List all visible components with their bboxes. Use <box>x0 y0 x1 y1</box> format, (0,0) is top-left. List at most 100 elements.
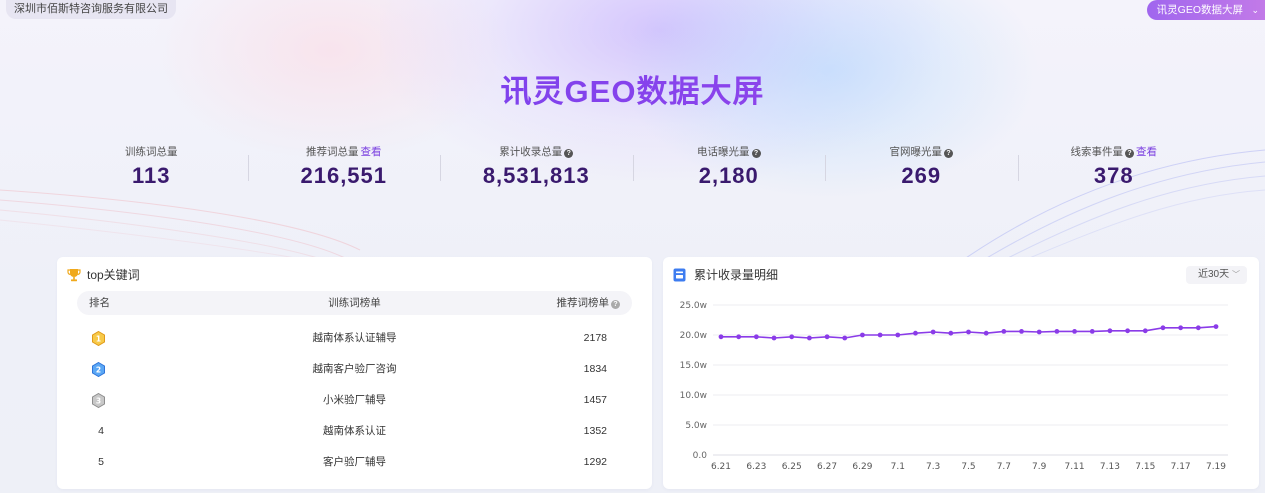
stat-label: 训练词总量 <box>125 146 178 158</box>
y-tick-label: 20.0w <box>680 331 707 341</box>
x-tick-label: 7.11 <box>1065 462 1085 472</box>
data-point[interactable] <box>1036 329 1042 335</box>
x-tick-label: 7.13 <box>1100 462 1120 472</box>
data-point[interactable] <box>1160 325 1166 331</box>
data-point[interactable] <box>771 335 777 341</box>
stat-lead-events: 线索事件量? 查看 378 <box>1017 145 1211 195</box>
training-word: 越南体系认证辅导 <box>312 332 397 344</box>
data-point[interactable] <box>966 329 971 335</box>
y-tick-label: 0.0 <box>693 451 708 461</box>
data-point[interactable] <box>1001 329 1007 334</box>
page-title: 讯灵GEO数据大屏 <box>0 66 1265 111</box>
x-tick-label: 7.5 <box>961 462 975 472</box>
data-point[interactable] <box>1142 328 1148 334</box>
data-point[interactable] <box>877 332 883 338</box>
col-rank: 排名 <box>89 297 110 309</box>
x-tick-label: 6.25 <box>782 462 802 472</box>
data-point[interactable] <box>824 334 830 340</box>
view-recommended-link[interactable]: 查看 <box>361 146 382 158</box>
help-icon[interactable]: ? <box>611 300 620 309</box>
keywords-table-header: 训练词榜单 排名 推荐词榜单? <box>77 291 632 315</box>
indexed-line-chart: 0.0 5.0w 10.0w 15.0w 20.0w 25.0w 6.21 6.23 6.25 6… <box>680 301 1228 472</box>
recommended-count: 2178 <box>583 332 607 344</box>
stat-total-indexed: 累计收录总量? 8,531,813 <box>440 145 633 195</box>
trophy-icon <box>67 268 81 281</box>
y-tick-label: 25.0w <box>680 301 707 311</box>
data-point[interactable] <box>895 332 901 338</box>
data-point[interactable] <box>789 334 795 340</box>
screen-switch-dropdown[interactable]: 讯灵GEO数据大屏 ⌄ <box>1146 0 1265 20</box>
help-icon[interactable]: ? <box>944 149 953 158</box>
recommended-count: 1292 <box>583 456 607 468</box>
x-tick-label: 6.21 <box>711 462 731 472</box>
keyword-row: 4 越南体系认证 1352 <box>77 416 632 447</box>
y-tick-label: 10.0w <box>680 391 707 401</box>
stats-bar: 训练词总量 113 推荐词总量 查看 216,551 累计收录总量? 8,531,… <box>55 145 1210 195</box>
stat-value: 216,551 <box>300 163 388 188</box>
x-tick-label: 7.15 <box>1135 462 1155 472</box>
data-point[interactable] <box>1213 324 1219 329</box>
help-icon[interactable]: ? <box>751 149 761 158</box>
data-point[interactable] <box>948 330 954 336</box>
data-point[interactable] <box>718 334 724 340</box>
top-keywords-card: top关键词 训练词榜单 排名 推荐词榜单? 1 越南体系认证辅导 2178 2 越南客… <box>57 257 652 489</box>
x-tick-label: 7.1 <box>891 462 905 472</box>
x-tick-label: 7.7 <box>997 462 1011 472</box>
stat-value: 8,531,813 <box>482 163 590 188</box>
screen-switch-label: 讯灵GEO数据大屏 <box>1156 4 1243 16</box>
view-leads-link[interactable]: 查看 <box>1136 146 1157 158</box>
x-tick-label: 6.23 <box>746 462 766 472</box>
x-tick-label: 7.19 <box>1206 462 1226 472</box>
data-point[interactable] <box>806 335 812 341</box>
data-point[interactable] <box>983 330 989 336</box>
data-point[interactable] <box>1089 329 1095 334</box>
data-point[interactable] <box>753 334 759 340</box>
indexed-detail-card: 累计收录量明细 近30天 ﹀ 0.0 5.0w 10.0w 15.0w 20.0w 25.… <box>663 257 1259 489</box>
recommended-count: 1457 <box>583 394 607 406</box>
card-title: top关键词 <box>87 268 140 282</box>
stat-training-words: 训练词总量 113 <box>55 145 248 195</box>
stat-value: 269 <box>901 163 942 188</box>
stat-label: 推荐词总量 <box>306 146 359 158</box>
x-tick-label: 7.9 <box>1032 462 1047 472</box>
company-name: 深圳市佰斯特咨询服务有限公司 <box>6 0 176 19</box>
stat-value: 2,180 <box>698 163 759 188</box>
data-point[interactable] <box>1107 328 1113 334</box>
stat-recommended-words: 推荐词总量 查看 216,551 <box>247 145 441 195</box>
data-point[interactable] <box>930 329 936 335</box>
stat-label: 线索事件量 <box>1070 146 1124 158</box>
help-icon[interactable]: ? <box>564 149 574 158</box>
recommended-count: 1352 <box>583 425 607 437</box>
x-tick-label: 6.27 <box>817 462 837 472</box>
training-word: 越南客户验厂咨询 <box>312 363 397 375</box>
data-point[interactable] <box>860 332 865 338</box>
data-point[interactable] <box>1019 329 1024 334</box>
chevron-down-icon: ⌄ <box>1251 5 1259 15</box>
data-point[interactable] <box>1195 325 1201 331</box>
data-point[interactable] <box>1125 328 1131 334</box>
col-training-words: 训练词榜单 <box>328 297 381 309</box>
x-tick-label: 6.29 <box>852 462 872 472</box>
data-point[interactable] <box>1072 329 1077 334</box>
data-point[interactable] <box>1178 325 1184 331</box>
x-tick-label: 7.3 <box>926 462 940 472</box>
data-point[interactable] <box>913 330 918 336</box>
data-point[interactable] <box>842 335 848 341</box>
training-word: 小米验厂辅导 <box>323 394 386 406</box>
stat-label: 累计收录总量 <box>499 146 563 158</box>
training-word: 越南体系认证 <box>323 425 386 437</box>
stat-phone-exposure: 电话曝光量? 2,180 <box>632 145 826 195</box>
stat-label: 官网曝光量 <box>889 146 943 158</box>
keyword-row: 3 小米验厂辅导 1457 <box>77 385 632 416</box>
keyword-row: 5 客户验厂辅导 1292 <box>77 447 632 478</box>
stat-label: 电话曝光量 <box>697 146 750 158</box>
data-point[interactable] <box>1054 329 1060 334</box>
training-word: 客户验厂辅导 <box>323 456 386 468</box>
help-icon[interactable]: ? <box>1125 149 1134 158</box>
keyword-row: 2 越南客户验厂咨询 1834 <box>77 354 632 385</box>
recommended-count: 1834 <box>583 363 607 375</box>
y-tick-label: 15.0w <box>680 361 707 371</box>
stat-value: 113 <box>132 163 171 188</box>
data-point[interactable] <box>736 334 742 340</box>
y-tick-label: 5.0w <box>685 421 707 431</box>
